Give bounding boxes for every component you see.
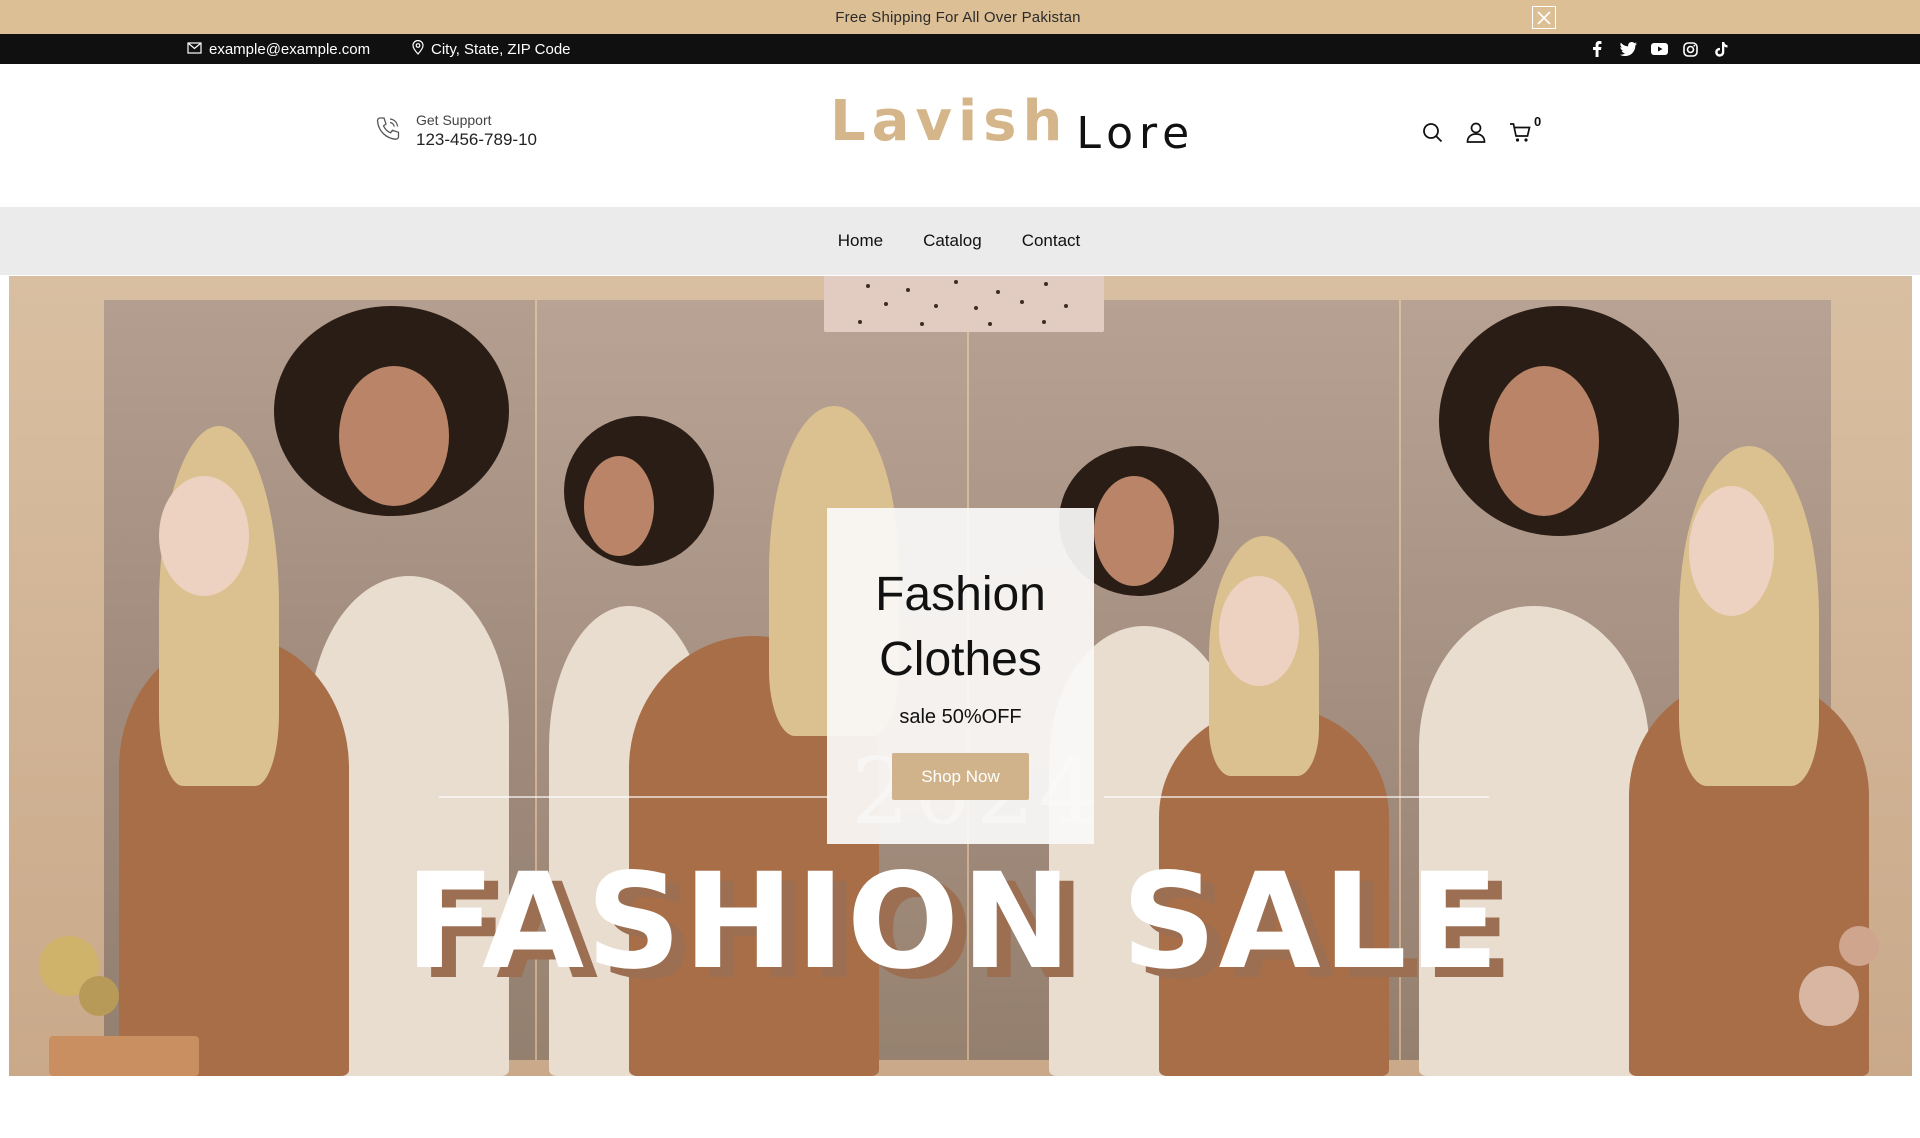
announcement-text: Free Shipping For All Over Pakistan xyxy=(835,8,1081,26)
hero-banner: 2024 FASHION SALE Fashion Clothes sale 5… xyxy=(9,276,1912,1076)
promo-title: Fashion Clothes xyxy=(875,568,1046,686)
tiktok-icon[interactable] xyxy=(1712,40,1730,58)
contact-address[interactable]: City, State, ZIP Code xyxy=(412,34,571,64)
nav-home[interactable]: Home xyxy=(838,231,883,251)
youtube-icon[interactable] xyxy=(1650,40,1668,58)
cart-icon[interactable]: 0 xyxy=(1508,114,1541,144)
mail-icon xyxy=(187,41,202,58)
main-nav: Home Catalog Contact xyxy=(0,207,1920,275)
decorative-line xyxy=(439,796,829,798)
decorative-line xyxy=(1104,796,1489,798)
address-text: City, State, ZIP Code xyxy=(431,40,571,58)
promo-card: Fashion Clothes sale 50%OFF Shop Now xyxy=(827,508,1094,844)
instagram-icon[interactable] xyxy=(1681,40,1699,58)
decorative-tape xyxy=(824,276,1104,332)
announcement-bar: Free Shipping For All Over Pakistan xyxy=(0,0,1920,34)
twitter-icon[interactable] xyxy=(1619,40,1637,58)
logo-word-lore: Lore xyxy=(1076,108,1196,159)
email-text: example@example.com xyxy=(209,40,371,58)
top-info-bar: example@example.com City, State, ZIP Cod… xyxy=(0,34,1920,64)
shop-now-button[interactable]: Shop Now xyxy=(892,753,1029,800)
social-links xyxy=(1588,34,1730,64)
nav-contact[interactable]: Contact xyxy=(1022,231,1081,251)
close-icon[interactable] xyxy=(1532,6,1556,29)
location-pin-icon xyxy=(412,39,424,59)
nav-catalog[interactable]: Catalog xyxy=(923,231,982,251)
search-icon[interactable] xyxy=(1420,120,1444,144)
phone-icon xyxy=(374,115,402,148)
facebook-icon[interactable] xyxy=(1588,40,1606,58)
promo-subtitle: sale 50%OFF xyxy=(899,706,1022,728)
support-text: Get Support 123-456-789-10 xyxy=(416,112,537,150)
logo-word-lavish: Lavish xyxy=(830,89,1069,154)
support-block[interactable]: Get Support 123-456-789-10 xyxy=(374,112,537,150)
banner-sale-text: FASHION SALE xyxy=(405,845,1501,999)
site-logo[interactable]: Lavish Lore xyxy=(830,89,1195,156)
support-label: Get Support xyxy=(416,112,492,128)
account-icon[interactable] xyxy=(1464,120,1488,144)
cart-count-badge: 0 xyxy=(1534,114,1542,129)
contact-email[interactable]: example@example.com xyxy=(187,34,370,64)
header-actions: 0 xyxy=(1420,114,1541,144)
support-phone: 123-456-789-10 xyxy=(416,130,537,149)
site-header: Get Support 123-456-789-10 Lavish Lore 0 xyxy=(0,64,1920,207)
